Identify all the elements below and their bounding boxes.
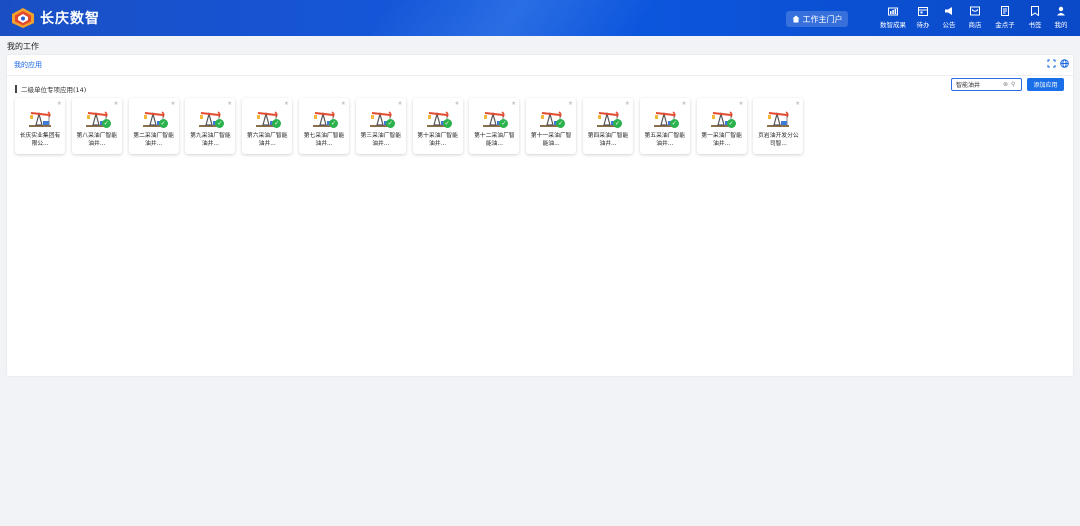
section-marker <box>15 85 17 93</box>
app-tile[interactable]: ★ ✓ 第二采油厂智能油井... <box>128 98 179 154</box>
add-app-button[interactable]: 添加应用 <box>1027 78 1064 91</box>
app-tile[interactable]: ★ ✓ 第十一采油厂智能油... <box>526 98 577 154</box>
oil-pump-icon <box>765 106 791 128</box>
check-icon: ✓ <box>385 119 395 128</box>
star-icon[interactable]: ★ <box>454 100 459 107</box>
nav-item-bookmark[interactable]: 书签 <box>1024 6 1046 29</box>
section-label: 二级单位专项应用(14) <box>15 84 86 94</box>
nav-item-ideas[interactable]: 金点子 <box>990 6 1020 29</box>
app-tile[interactable]: ★ ✓ 第三采油厂智能油井... <box>355 98 406 154</box>
page-title: 我的工作 <box>7 42 39 51</box>
logo[interactable]: 长庆数智 <box>10 6 100 30</box>
app-tile-name: 第十一采油厂智能油... <box>530 133 572 147</box>
calendar-icon <box>918 7 928 16</box>
check-icon: ✓ <box>329 119 338 128</box>
user-icon <box>1057 6 1065 16</box>
check-icon: ✓ <box>726 119 736 128</box>
app-tile-name: 第七采油厂智能油井... <box>303 133 345 147</box>
search-icon[interactable]: ⚲ <box>1011 81 1015 88</box>
star-icon[interactable]: ★ <box>113 100 118 107</box>
store-icon <box>970 6 980 16</box>
star-icon[interactable]: ★ <box>227 100 232 107</box>
logo-text: 长庆数智 <box>40 11 100 27</box>
clear-icon[interactable]: ⊗ <box>1003 81 1008 88</box>
app-tile[interactable]: ★ ✓ 第九采油厂智能油井... <box>185 98 236 154</box>
nav-item-todo[interactable]: 待办 <box>912 6 934 29</box>
star-icon[interactable]: ★ <box>625 100 630 107</box>
app-tile[interactable]: ★ ✓ 第六采油厂智能油井... <box>242 98 293 154</box>
star-icon[interactable]: ★ <box>341 100 346 107</box>
star-icon[interactable]: ★ <box>681 100 686 107</box>
chart-folder-icon <box>888 7 898 16</box>
fullscreen-icon[interactable] <box>1047 59 1056 68</box>
app-tile-name: 第五采油厂智能油井... <box>644 133 686 147</box>
star-icon[interactable]: ★ <box>511 100 516 107</box>
app-tile-name: 第八采油厂智能油井... <box>76 133 118 147</box>
home-icon <box>792 15 799 23</box>
check-icon: ✓ <box>442 119 452 128</box>
check-icon: ✓ <box>613 119 622 128</box>
app-tile-name: 第十二采油厂智能油... <box>474 133 515 147</box>
nav-item-store[interactable]: 商店 <box>964 6 986 29</box>
app-tile[interactable]: ★ 长庆实业集团有限公... <box>15 98 65 154</box>
work-portal-label: 工作主门户 <box>802 14 843 24</box>
app-tile-name: 第六采油厂智能油井... <box>246 133 288 147</box>
nav-item-mine[interactable]: 我的 <box>1050 6 1072 29</box>
card-header: 我的应用 <box>7 55 1073 76</box>
top-header: 长庆数智 工作主门户 数智成果 待办 公告 商店 金点子 书签 我的 <box>0 0 1080 36</box>
app-tile-name: 第二采油厂智能油井... <box>133 133 174 147</box>
header-decoration <box>362 0 658 36</box>
app-tile-name: 长庆实业集团有限公... <box>19 133 61 147</box>
app-tile[interactable]: ★ ✓ 第十采油厂智能油井... <box>412 98 463 154</box>
nav-item-announcement[interactable]: 公告 <box>938 6 960 29</box>
app-tile[interactable]: ★ ✓ 第一采油厂智能油井... <box>696 98 747 154</box>
app-tile-name: 第四采油厂智能油井... <box>587 133 629 147</box>
idea-doc-icon <box>1001 6 1009 16</box>
card-title: 我的应用 <box>14 61 42 69</box>
app-tile[interactable]: ★ ✓ 第五采油厂智能油井... <box>639 98 690 154</box>
logo-icon <box>12 8 34 28</box>
app-tile[interactable]: ★ ✓ 第七采油厂智能油井... <box>299 98 349 154</box>
oil-pump-icon <box>27 106 53 128</box>
star-icon[interactable]: ★ <box>568 100 573 107</box>
app-tile-name: 第一采油厂智能油井... <box>701 133 742 147</box>
app-tile[interactable]: ★ ✓ 第八采油厂智能油井... <box>71 98 122 154</box>
app-search-box[interactable]: ⊗ ⚲ <box>951 78 1022 91</box>
check-icon: ✓ <box>158 119 168 128</box>
app-tile-name: 第三采油厂智能油井... <box>360 133 402 147</box>
app-tile-name: 页岩油开发分公司智... <box>758 133 799 147</box>
nav-item-achievements[interactable]: 数智成果 <box>878 6 908 29</box>
app-tile[interactable]: ★ ✓ 第十二采油厂智能油... <box>469 98 520 154</box>
megaphone-icon <box>945 7 952 15</box>
work-portal-button[interactable]: 工作主门户 <box>786 11 848 27</box>
check-icon: ✓ <box>101 119 111 128</box>
check-icon: ✓ <box>669 119 679 128</box>
app-tile[interactable]: ★ 页岩油开发分公司智... <box>753 98 804 154</box>
my-apps-card: 我的应用 二级单位专项应用(14) ⊗ ⚲ 添加应用 ★ 长庆实业集团有限公...… <box>7 55 1073 376</box>
header-nav: 数智成果 待办 公告 商店 金点子 书签 我的 <box>878 6 1072 29</box>
app-tile-name: 第九采油厂智能油井... <box>190 133 231 147</box>
star-icon[interactable]: ★ <box>170 100 175 107</box>
star-icon[interactable]: ★ <box>397 100 402 107</box>
star-icon[interactable]: ★ <box>795 100 800 107</box>
app-tile-name: 第十采油厂智能油井... <box>417 133 458 147</box>
card-tools <box>1047 59 1069 68</box>
globe-icon[interactable] <box>1060 59 1069 68</box>
bookmark-icon <box>1031 6 1039 16</box>
app-search-input[interactable] <box>952 81 1000 88</box>
app-tile[interactable]: ★ ✓ 第四采油厂智能油井... <box>583 98 633 154</box>
star-icon[interactable]: ★ <box>738 100 743 107</box>
star-icon[interactable]: ★ <box>57 100 62 107</box>
star-icon[interactable]: ★ <box>284 100 289 107</box>
